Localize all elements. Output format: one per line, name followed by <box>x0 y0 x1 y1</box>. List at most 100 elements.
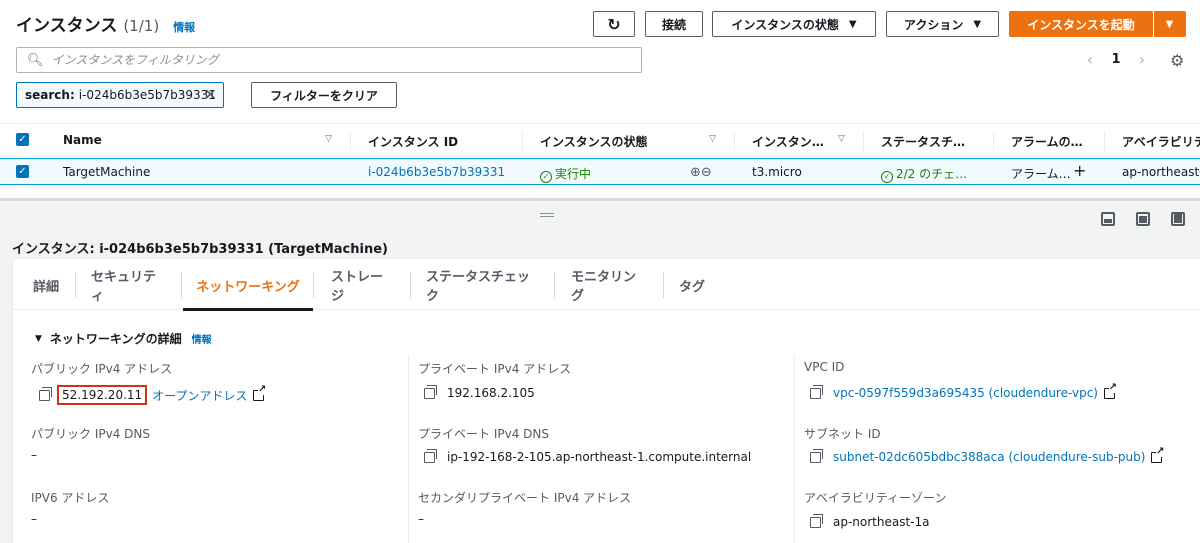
availability-zone-detail: ap-northeast-1a <box>833 515 930 529</box>
column-header[interactable]: Name <box>63 133 102 147</box>
refresh-button[interactable]: ↻ <box>593 11 635 37</box>
copy-icon[interactable] <box>424 384 437 399</box>
public-dns-value: – <box>31 448 37 462</box>
filter-token: search: i-024b6b3e5b7b39331 ✕ <box>16 82 224 108</box>
plus-icon[interactable]: + <box>1073 161 1086 180</box>
panel-half-icon[interactable] <box>1136 212 1150 226</box>
subnet-link[interactable]: subnet-02dc605bdbc388aca (cloudendure-su… <box>833 450 1145 464</box>
column-divider <box>522 131 523 151</box>
az-value: ap-northeast-1a <box>810 513 930 529</box>
refresh-icon: ↻ <box>607 14 621 34</box>
open-address-link[interactable]: オープンアドレス <box>152 387 247 404</box>
external-link-icon[interactable] <box>253 384 267 401</box>
section-title: ネットワーキングの詳細 <box>49 332 182 346</box>
column-divider <box>350 131 351 151</box>
copy-icon[interactable] <box>810 384 823 399</box>
tab-monitoring[interactable]: モニタリング <box>571 270 647 304</box>
field-label: パブリック IPv4 DNS <box>31 427 150 441</box>
panel-full-icon[interactable] <box>1171 212 1185 226</box>
sort-icon[interactable]: ▽ <box>325 134 332 144</box>
copy-icon[interactable] <box>810 448 823 463</box>
instance-state-label: インスタンスの状態 <box>731 17 839 32</box>
caret-down-icon: ▼ <box>35 333 42 344</box>
copy-icon[interactable] <box>39 386 52 401</box>
actions-label: アクション <box>903 17 964 32</box>
launch-options-dropdown[interactable]: ▼ <box>1153 11 1186 37</box>
check-circle-icon: ✓ <box>881 171 893 183</box>
public-ipv4-address: 52.192.20.11 <box>57 385 148 405</box>
section-header[interactable]: ▼ ネットワーキングの詳細 情報 <box>35 330 212 347</box>
info-link[interactable]: 情報 <box>173 19 195 35</box>
instance-state-dropdown[interactable]: インスタンスの状態 ▼ <box>712 11 876 37</box>
tab-divider <box>181 272 182 298</box>
column-divider <box>408 355 409 543</box>
external-link-icon[interactable] <box>1151 446 1165 463</box>
field-label: アベイラビリティーゾーン <box>804 491 947 505</box>
column-header[interactable]: ステータスチ… <box>881 133 965 150</box>
tab-storage[interactable]: ストレージ <box>331 270 393 304</box>
chevron-right-icon[interactable]: › <box>1132 50 1152 69</box>
private-dns: ip-192-168-2-105.ap-northeast-1.compute.… <box>447 450 752 464</box>
column-header[interactable]: アラームの… <box>1011 133 1083 150</box>
sort-icon[interactable]: ▽ <box>709 134 716 144</box>
tab-tags[interactable]: タグ <box>679 272 705 298</box>
caret-down-icon: ▼ <box>1165 18 1174 30</box>
tab-details[interactable]: 詳細 <box>31 272 61 298</box>
page-title: インスタンス <box>16 16 118 36</box>
private-dns-value: ip-192-168-2-105.ap-northeast-1.compute.… <box>424 448 752 464</box>
instance-count: (1/1) <box>123 17 160 35</box>
public-ipv4-value: 52.192.20.11 オープンアドレス <box>39 384 267 405</box>
info-link[interactable]: 情報 <box>192 331 212 346</box>
column-header[interactable]: インスタンス ID <box>368 133 458 150</box>
row-checkbox[interactable]: ✓ <box>16 165 29 178</box>
close-icon[interactable]: ✕ <box>204 85 217 104</box>
page-number[interactable]: 1 <box>1100 52 1132 67</box>
status-check[interactable]: ✓ 2/2 のチェ… <box>881 165 967 183</box>
column-divider <box>993 131 994 151</box>
resize-handle[interactable] <box>540 213 554 217</box>
detail-panel: 詳細 セキュリティ ネットワーキング ストレージ ステータスチェック モニタリン… <box>12 258 1200 543</box>
instance-id-link[interactable]: i-024b6b3e5b7b39331 <box>368 165 505 179</box>
field-label: セカンダリプライベート IPv4 アドレス <box>418 491 632 505</box>
field-label: プライベート IPv4 アドレス <box>418 362 572 376</box>
connect-button[interactable]: 接続 <box>645 11 703 37</box>
tab-divider <box>313 272 314 298</box>
tab-security[interactable]: セキュリティ <box>91 270 163 304</box>
copy-icon[interactable] <box>424 448 437 463</box>
filter-token-value: i-024b6b3e5b7b39331 <box>78 88 216 102</box>
panel-bottom-icon[interactable] <box>1101 212 1115 226</box>
clear-filter-button[interactable]: フィルターをクリア <box>251 82 397 108</box>
secondary-ipv4-value: – <box>418 512 424 526</box>
zoom-out-icon[interactable]: ⊖ <box>701 165 712 180</box>
table-header: ✓ Name ▽ インスタンス ID インスタンスの状態 ▽ インスタン… ▽ … <box>0 123 1200 157</box>
zoom-in-icon[interactable]: ⊕ <box>690 165 701 180</box>
search-icon: 🔍︎ <box>27 52 44 68</box>
actions-dropdown[interactable]: アクション ▼ <box>886 11 999 37</box>
private-ipv4-address: 192.168.2.105 <box>447 386 535 400</box>
launch-instance-button[interactable]: インスタンスを起動 <box>1009 11 1153 37</box>
chevron-left-icon[interactable]: ‹ <box>1080 50 1100 69</box>
select-all-checkbox[interactable]: ✓ <box>16 133 29 146</box>
table-row[interactable]: ✓ TargetMachine i-024b6b3e5b7b39331 ✓ 実行中… <box>0 158 1200 185</box>
tab-networking[interactable]: ネットワーキング <box>183 272 313 311</box>
private-ipv4-value: 192.168.2.105 <box>424 384 535 400</box>
zoom-icons: ⊕⊖ <box>690 165 712 180</box>
title-row: インスタンス (1/1) 情報 <box>16 11 195 36</box>
filter-input[interactable] <box>51 53 612 67</box>
column-divider <box>734 131 735 151</box>
ipv6-value: – <box>31 512 37 526</box>
sort-icon[interactable]: ▽ <box>838 134 845 144</box>
column-header[interactable]: インスタンスの状態 <box>540 133 648 150</box>
tab-status-checks[interactable]: ステータスチェック <box>426 270 538 304</box>
tab-divider <box>663 272 664 298</box>
tab-divider <box>554 272 555 298</box>
gear-icon[interactable]: ⚙ <box>1170 51 1184 70</box>
copy-icon[interactable] <box>810 513 823 528</box>
vpc-link[interactable]: vpc-0597f559d3a695435 (cloudendure-vpc) <box>833 386 1098 400</box>
field-label: VPC ID <box>804 360 845 374</box>
external-link-icon[interactable] <box>1104 382 1117 399</box>
column-header[interactable]: インスタン… <box>752 133 824 150</box>
pagination: ‹ 1 › <box>1080 50 1152 69</box>
column-divider <box>794 355 795 543</box>
column-header[interactable]: アベイラビリテ <box>1122 133 1200 150</box>
